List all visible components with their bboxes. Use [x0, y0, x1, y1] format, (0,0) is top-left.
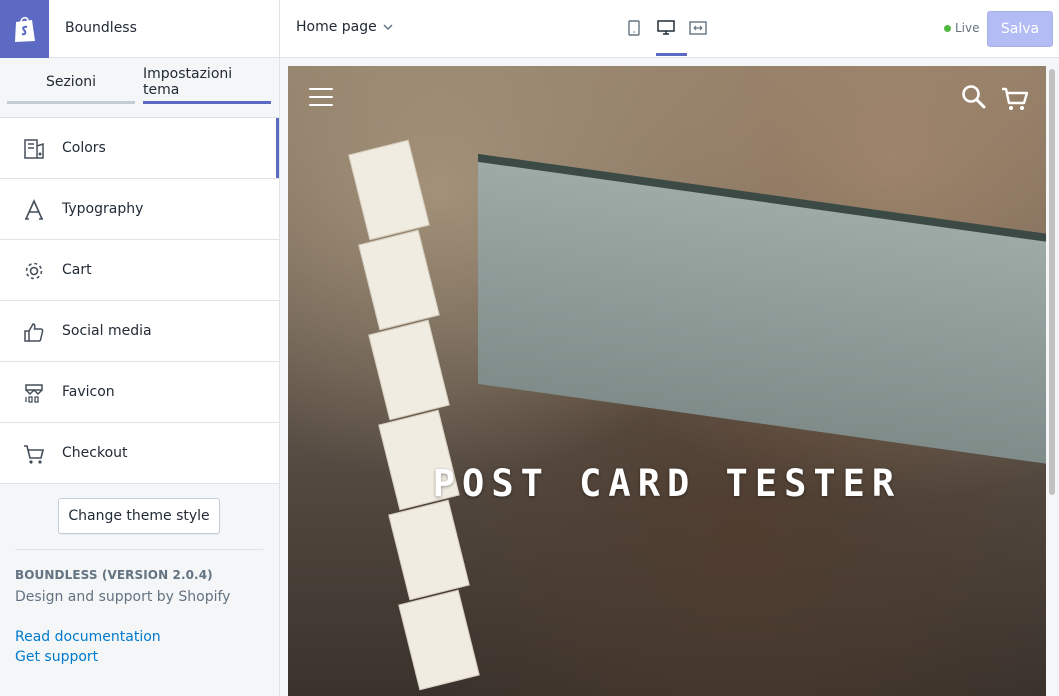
hero-title: POST CARD TESTER	[432, 462, 902, 505]
hero-image-table	[478, 153, 1046, 469]
hero-image-postcard	[388, 499, 470, 601]
menu-item-checkout-label: Checkout	[62, 445, 128, 461]
menu-item-cart[interactable]: Cart	[0, 240, 279, 301]
preview-scrollbar[interactable]	[1047, 66, 1059, 696]
settings-menu: Colors Typography Cart Social media Favi…	[0, 117, 279, 484]
menu-item-typography[interactable]: Typography	[0, 179, 279, 240]
tab-sections[interactable]: Sezioni	[7, 58, 135, 106]
tab-sections-label: Sezioni	[45, 74, 97, 90]
read-documentation-link[interactable]: Read documentation	[15, 629, 161, 645]
hero-image-postcard	[398, 589, 480, 691]
sidebar: Sezioni Impostazioni tema Colors Typogra…	[0, 58, 280, 696]
menu-item-colors-label: Colors	[62, 140, 106, 156]
desktop-view-button[interactable]	[656, 16, 676, 40]
thumbs-up-icon	[22, 320, 46, 344]
menu-item-favicon[interactable]: Favicon	[0, 362, 279, 423]
mobile-icon	[628, 20, 640, 36]
menu-item-social-media[interactable]: Social media	[0, 301, 279, 362]
tab-theme-settings-underline	[143, 101, 271, 104]
preview-area: POST CARD TESTER	[280, 58, 1059, 696]
shopify-logo[interactable]	[0, 0, 49, 58]
change-theme-style-button[interactable]: Change theme style	[58, 498, 220, 534]
live-dot	[944, 24, 951, 32]
support-text: Design and support by Shopify	[15, 589, 231, 605]
save-button[interactable]: Salva	[987, 11, 1053, 47]
theme-name: Boundless	[65, 20, 137, 36]
get-support-link[interactable]: Get support	[15, 649, 98, 665]
menu-item-favicon-label: Favicon	[62, 384, 115, 400]
top-divider	[279, 0, 280, 58]
gear-icon	[22, 259, 46, 283]
sidebar-divider	[15, 549, 263, 550]
live-label: Live	[955, 21, 980, 35]
menu-item-typography-label: Typography	[62, 201, 144, 217]
live-status: Live	[944, 21, 980, 35]
page-select-dropdown[interactable]: Home page	[296, 19, 393, 35]
typography-icon	[22, 198, 46, 222]
store-preview: POST CARD TESTER	[288, 66, 1046, 696]
hero-image-postcard	[348, 139, 430, 241]
shopping-cart-icon[interactable]	[1001, 86, 1029, 112]
favicon-icon	[22, 381, 46, 405]
active-view-indicator	[656, 53, 687, 56]
top-bar: Boundless Home page Live Salva	[0, 0, 1059, 58]
hero-image-postcard	[358, 229, 440, 331]
menu-hamburger-icon[interactable]	[309, 88, 333, 108]
page-select-label: Home page	[296, 19, 377, 35]
colors-icon	[22, 137, 46, 161]
search-icon[interactable]	[961, 84, 987, 110]
hero-image-postcard-rack	[348, 136, 480, 696]
preview-scroll-thumb[interactable]	[1049, 69, 1055, 495]
menu-item-checkout[interactable]: Checkout	[0, 423, 279, 484]
shopify-bag-icon	[14, 16, 35, 42]
fullscreen-icon	[689, 21, 707, 35]
mobile-view-button[interactable]	[624, 16, 644, 40]
chevron-down-icon	[383, 24, 393, 30]
desktop-icon	[657, 20, 675, 35]
theme-version: BOUNDLESS (VERSION 2.0.4)	[15, 568, 213, 582]
sidebar-tabs: Sezioni Impostazioni tema	[0, 58, 279, 116]
fullscreen-view-button[interactable]	[688, 16, 708, 40]
menu-item-colors[interactable]: Colors	[0, 118, 279, 179]
cart-icon	[22, 442, 46, 466]
tab-theme-settings[interactable]: Impostazioni tema	[143, 58, 271, 106]
tab-sections-underline	[7, 101, 135, 104]
tab-theme-settings-label: Impostazioni tema	[143, 66, 233, 98]
menu-item-social-media-label: Social media	[62, 323, 152, 339]
viewport-switcher	[624, 16, 708, 40]
menu-item-cart-label: Cart	[62, 262, 92, 278]
hero-image-postcard	[368, 319, 450, 421]
